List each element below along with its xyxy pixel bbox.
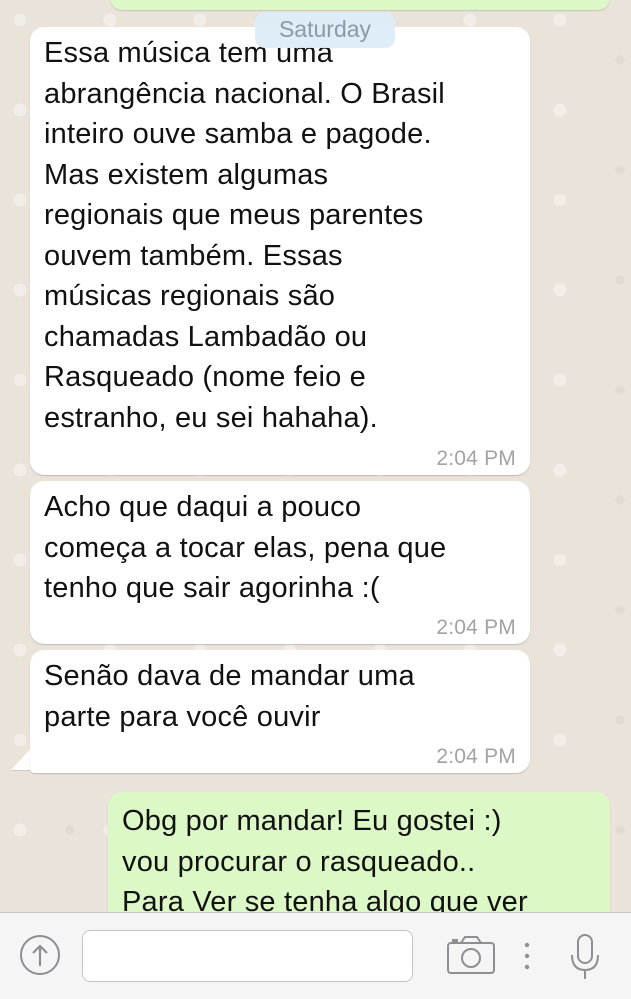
message-timestamp: 2:04 PM (436, 447, 516, 470)
message-text: Essa música tem uma abrangência nacional… (44, 37, 445, 434)
message-text: Acho que daqui a pouco começa a tocar el… (44, 491, 447, 604)
incoming-message-bubble[interactable]: Senão dava de mandar uma parte para você… (30, 650, 530, 773)
message-text: Senão dava de mandar uma parte para você… (44, 660, 415, 733)
message-input-bar (0, 912, 631, 999)
outgoing-message-bubble[interactable]: Obg por mandar! Eu gostei :) vou procura… (108, 792, 610, 912)
chat-area[interactable]: Saturday Essa música tem uma abrangência… (0, 0, 631, 912)
date-separator: Saturday (255, 12, 395, 48)
microphone-icon[interactable] (569, 933, 601, 981)
incoming-message-bubble[interactable]: Essa música tem uma abrangência nacional… (30, 27, 530, 475)
message-timestamp: 2:04 PM (436, 745, 516, 768)
outgoing-bubble-previous (110, 0, 610, 10)
message-input[interactable] (82, 930, 413, 982)
incoming-message-bubble[interactable]: Acho que daqui a pouco começa a tocar el… (30, 481, 530, 644)
vertical-dots-separator (524, 941, 530, 971)
share-icon[interactable] (20, 935, 60, 975)
message-timestamp: 2:04 PM (436, 616, 516, 639)
message-text: Obg por mandar! Eu gostei :) vou procura… (122, 805, 528, 912)
camera-icon[interactable] (446, 935, 496, 975)
